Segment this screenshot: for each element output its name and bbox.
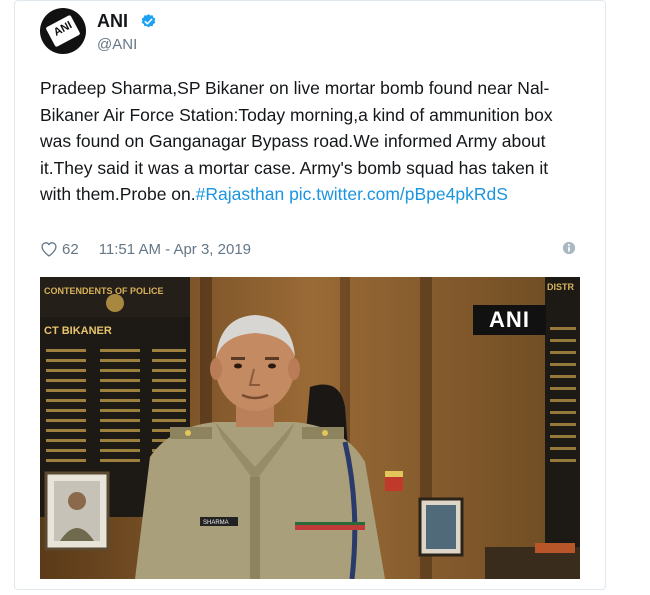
board-left-subheader: CT BIKANER	[44, 325, 112, 337]
tweet-meta: 62 11:51 AM - Apr 3, 2019	[40, 239, 251, 259]
timestamp[interactable]: 11:51 AM - Apr 3, 2019	[99, 241, 251, 258]
heart-icon[interactable]	[40, 241, 58, 257]
author-handle[interactable]: @ANI	[97, 36, 137, 53]
author-name[interactable]: ANI	[97, 11, 128, 32]
like-count[interactable]: 62	[62, 241, 79, 258]
pic-link[interactable]: pic.twitter.com/pBpe4pkRdS	[289, 184, 508, 204]
ani-watermark: ANI	[473, 305, 546, 335]
name-plate: SHARMA	[203, 520, 229, 526]
verified-badge-icon	[141, 14, 156, 28]
board-right-header: DISTR	[547, 282, 575, 292]
avatar[interactable]: ANI	[40, 8, 86, 54]
board-left-header: CONTENDENTS OF POLICE	[44, 286, 164, 296]
hashtag-link[interactable]: #Rajasthan	[196, 184, 285, 204]
info-icon[interactable]	[562, 241, 576, 255]
tweet-text: Pradeep Sharma,SP Bikaner on live mortar…	[40, 75, 580, 208]
